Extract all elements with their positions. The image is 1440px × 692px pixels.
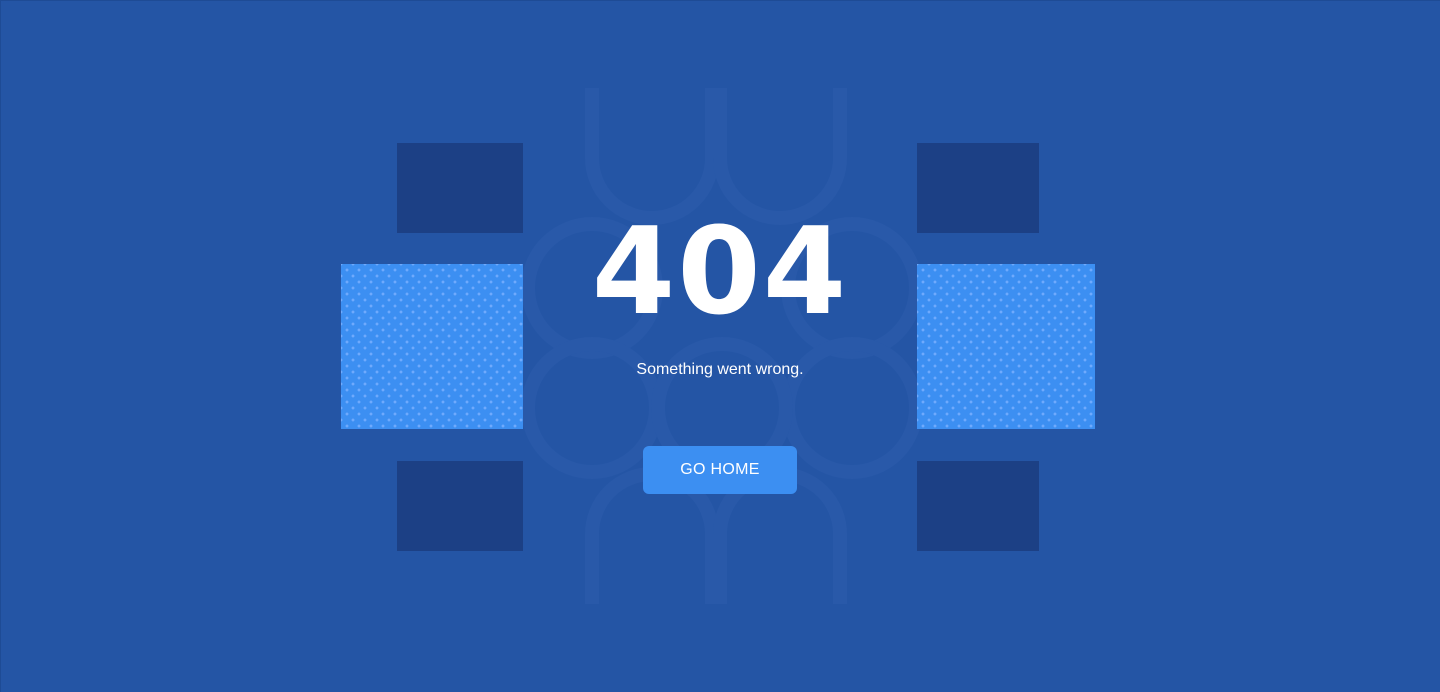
right-top-panel <box>917 143 1039 233</box>
background-pattern <box>512 88 932 604</box>
right-bottom-panel <box>917 461 1039 551</box>
left-bottom-panel <box>397 461 523 551</box>
go-home-button[interactable]: GO HOME <box>643 446 797 494</box>
error-code: 404 <box>591 203 849 342</box>
error-message: Something went wrong. <box>636 361 804 378</box>
left-top-panel <box>397 143 523 233</box>
left-middle-panel <box>341 264 523 429</box>
right-middle-panel <box>917 264 1095 429</box>
